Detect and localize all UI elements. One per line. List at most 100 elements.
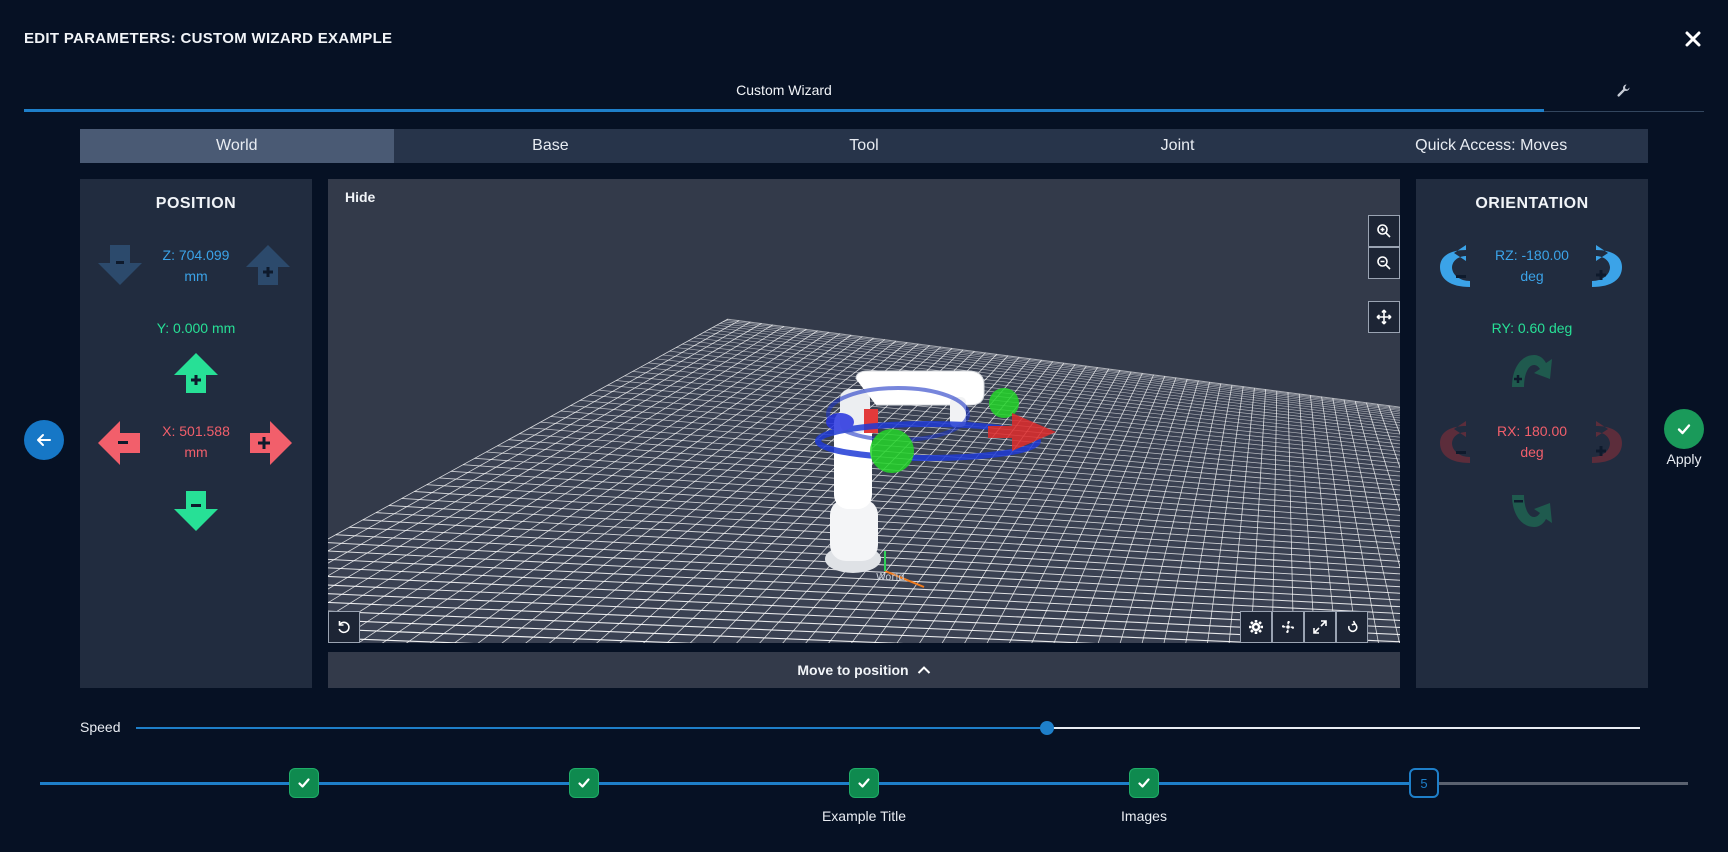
z-readout: Z: 704.099 mm	[140, 245, 252, 287]
tab-world[interactable]: World	[80, 129, 394, 163]
reset-view-button[interactable]	[328, 611, 360, 643]
zoom-in-icon	[1377, 224, 1391, 238]
3d-viewport[interactable]: World Hide	[328, 179, 1400, 643]
gear-icon	[1249, 620, 1263, 634]
tab-custom-wizard[interactable]: Custom Wizard	[24, 70, 1544, 112]
zoom-out-icon	[1377, 256, 1391, 270]
tab-joint[interactable]: Joint	[1021, 129, 1335, 163]
check-icon	[1677, 424, 1691, 435]
world-label: World	[876, 572, 905, 583]
position-panel: POSITION Z: 704.099 mm Y: 0.000 mm X: 50…	[80, 179, 312, 688]
rz-unit: deg	[1520, 268, 1544, 284]
check-icon	[1138, 778, 1150, 788]
rotate-cw-plus-icon	[1592, 421, 1622, 463]
apply-button[interactable]	[1664, 409, 1704, 449]
pan-button[interactable]	[1368, 301, 1400, 333]
y-value: Y: 0.000 mm	[156, 320, 236, 336]
speed-slider[interactable]	[136, 721, 1640, 735]
z-plus-button[interactable]	[244, 243, 292, 287]
x-plus-button[interactable]	[248, 419, 292, 467]
tab-tools[interactable]	[1544, 70, 1704, 112]
fullscreen-button[interactable]	[1304, 611, 1336, 643]
x-readout: X: 501.588 mm	[140, 421, 252, 463]
rotate-ccw-icon	[338, 621, 350, 634]
x-value: X: 501.588	[162, 423, 230, 439]
rx-minus-button[interactable]	[1436, 417, 1474, 465]
step-4-label: Images	[1121, 808, 1167, 824]
back-button[interactable]	[24, 420, 64, 460]
z-value: Z: 704.099	[162, 247, 230, 263]
speed-slider-fill	[136, 727, 1048, 729]
x-unit: mm	[184, 444, 208, 460]
close-button[interactable]	[1680, 26, 1706, 52]
move-to-position-label: Move to position	[797, 662, 909, 678]
fan-icon	[1282, 621, 1294, 633]
arrow-right-plus-icon	[250, 421, 292, 465]
rz-minus-button[interactable]	[1436, 241, 1474, 289]
rz-value: RZ: -180.00	[1495, 247, 1569, 263]
step-2[interactable]	[569, 768, 599, 798]
rotate-cw-plus-icon	[1592, 245, 1622, 287]
rotate-back-minus-icon	[1512, 495, 1552, 527]
arrow-down-minus-icon	[98, 245, 142, 285]
ry-value: RY: 0.60 deg	[1491, 320, 1573, 336]
rotate-forward-plus-icon	[1512, 355, 1552, 387]
check-icon	[298, 778, 310, 788]
rz-readout: RZ: -180.00 deg	[1472, 245, 1592, 287]
speed-label: Speed	[80, 719, 121, 735]
hide-toggle[interactable]: Hide	[345, 189, 375, 205]
orientation-title: ORIENTATION	[1475, 195, 1589, 212]
dialog-title: EDIT PARAMETERS: CUSTOM WIZARD EXAMPLE	[24, 30, 393, 47]
rotate-ccw-minus-icon	[1440, 421, 1470, 463]
step-3-label: Example Title	[821, 808, 907, 824]
step-3[interactable]	[849, 768, 879, 798]
x-minus-button[interactable]	[98, 419, 142, 467]
rotate-ccw-minus-icon	[1440, 245, 1470, 287]
step-5[interactable]: 5	[1409, 768, 1439, 798]
arrow-down-minus-icon	[174, 491, 218, 531]
speed-slider-thumb[interactable]	[1040, 721, 1055, 735]
rz-plus-button[interactable]	[1588, 241, 1626, 289]
y-plus-button[interactable]	[172, 351, 220, 395]
move-arrows-icon	[1376, 309, 1392, 325]
rx-readout: RX: 180.00 deg	[1472, 421, 1592, 463]
rotate-view-button[interactable]	[1336, 611, 1368, 643]
arrow-up-plus-icon	[174, 353, 218, 393]
arrow-up-plus-icon	[246, 245, 290, 285]
top-tabs: Custom Wizard	[24, 70, 1704, 114]
close-icon	[1685, 31, 1701, 47]
z-unit: mm	[184, 268, 208, 284]
view-settings-button[interactable]	[1240, 611, 1272, 643]
arrow-left-minus-icon	[98, 421, 140, 465]
rotate-hand-icon	[1347, 620, 1358, 633]
zoom-out-button[interactable]	[1368, 247, 1400, 279]
check-icon	[578, 778, 590, 788]
rx-value: RX: 180.00	[1496, 423, 1568, 439]
apply-label: Apply	[1666, 451, 1702, 467]
zoom-in-button[interactable]	[1368, 215, 1400, 247]
tab-quick-access-moves[interactable]: Quick Access: Moves	[1334, 129, 1648, 163]
joint-view-button[interactable]	[1272, 611, 1304, 643]
move-to-position-button[interactable]: Move to position	[328, 652, 1400, 688]
ry-minus-button[interactable]	[1508, 491, 1556, 533]
arrow-left-icon	[37, 434, 51, 446]
stepper-progress-line	[40, 782, 1426, 785]
orientation-panel: ORIENTATION RZ: -180.00 deg RY: 0.60 deg…	[1416, 179, 1648, 688]
frame-tabs: World Base Tool Joint Quick Access: Move…	[80, 129, 1648, 163]
step-1[interactable]	[289, 768, 319, 798]
check-icon	[858, 778, 870, 788]
stepper-remaining-line	[1426, 782, 1688, 785]
chevron-up-icon	[917, 666, 930, 674]
rx-unit: deg	[1520, 444, 1544, 460]
position-title: POSITION	[155, 195, 237, 212]
tab-tool[interactable]: Tool	[707, 129, 1021, 163]
rx-plus-button[interactable]	[1588, 417, 1626, 465]
tab-base[interactable]: Base	[394, 129, 708, 163]
robot-scene[interactable]: World	[328, 179, 1400, 643]
y-minus-button[interactable]	[172, 489, 220, 533]
ry-plus-button[interactable]	[1508, 349, 1556, 391]
z-minus-button[interactable]	[96, 243, 144, 287]
step-4[interactable]	[1129, 768, 1159, 798]
wrench-icon	[1617, 84, 1630, 97]
expand-icon	[1313, 620, 1327, 634]
